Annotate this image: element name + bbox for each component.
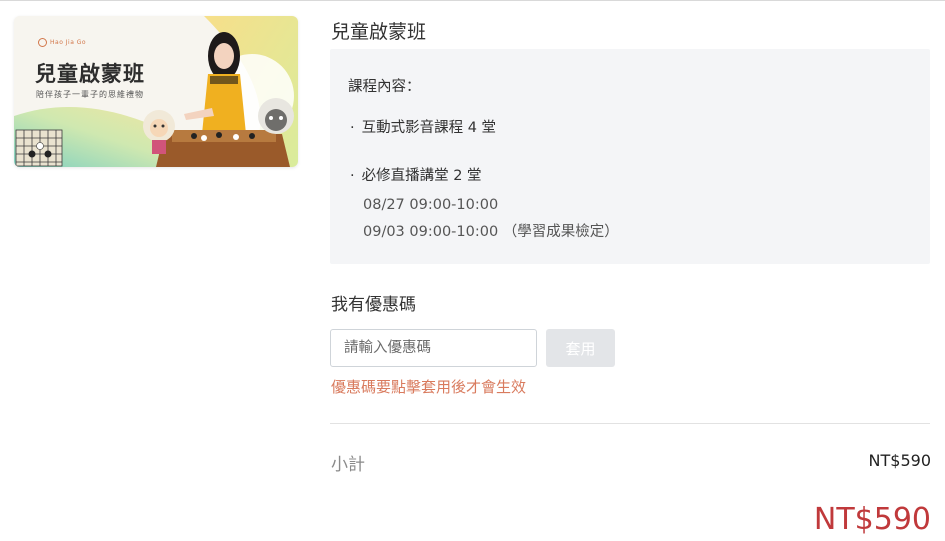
session-date: 09/03 09:00-10:00 （學習成果檢定） [363, 224, 619, 240]
banner-brand-logo: Hao Jia Go [38, 38, 86, 47]
total-price: NT$590 [813, 502, 931, 537]
top-divider [0, 0, 945, 1]
banner-title: 兒童啟蒙班 [35, 62, 145, 86]
coupon-code-input[interactable] [330, 329, 537, 367]
content-item-label: 必修直播講堂 2 堂 [361, 168, 482, 184]
subtotal-value: NT$590 [868, 451, 931, 470]
apply-coupon-button[interactable]: 套用 [546, 329, 615, 367]
bullet: · [350, 120, 355, 136]
coupon-heading: 我有優惠碼 [331, 295, 416, 315]
course-title: 兒童啟蒙班 [331, 21, 427, 43]
course-banner-image: Hao Jia Go 兒童啟蒙班 陪伴孩子一輩子的思維禮物 [14, 16, 298, 167]
content-heading: 課程內容： [348, 79, 421, 95]
session-date: 08/27 09:00-10:00 [363, 197, 499, 213]
course-content-box: 課程內容： · 互動式影音課程 4 堂 · 必修直播講堂 2 堂 08/27 09:… [330, 49, 930, 264]
subtotal-label: 小計 [331, 455, 365, 475]
content-item-video-lessons: · 互動式影音課程 4 堂 [350, 116, 496, 137]
bullet: · [350, 168, 355, 184]
coupon-notice: 優惠碼要點擊套用後才會生效 [331, 378, 527, 396]
content-item-live-lectures: · 必修直播講堂 2 堂 [350, 164, 482, 185]
summary-divider [330, 423, 930, 424]
content-item-label: 互動式影音課程 4 堂 [361, 120, 497, 136]
banner-subtitle: 陪伴孩子一輩子的思維禮物 [36, 90, 144, 99]
